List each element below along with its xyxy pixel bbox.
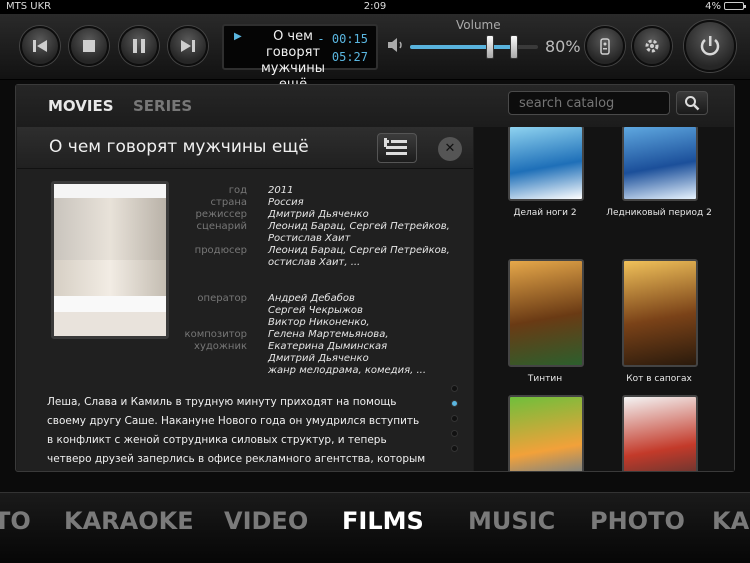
page-dot-active[interactable]: [451, 400, 458, 407]
gear-icon: [645, 39, 659, 53]
add-to-playlist-button[interactable]: [377, 133, 417, 163]
label-operator: оператор: [197, 293, 247, 304]
remote-icon: [600, 38, 610, 55]
category-photo[interactable]: PHOTO: [590, 507, 685, 535]
catalog-cover[interactable]: [622, 127, 698, 201]
volume-percent: 80%: [545, 37, 581, 56]
page-indicator: [451, 385, 458, 460]
tab-movies[interactable]: MOVIES: [48, 97, 114, 115]
search-button[interactable]: [676, 91, 708, 115]
power-button[interactable]: [684, 20, 736, 72]
value-artist-2: Гелена Мартемьянова,: [268, 329, 389, 340]
power-icon: [700, 36, 720, 56]
category-to[interactable]: TO: [0, 507, 31, 535]
category-karaoke[interactable]: KARAOKE: [64, 507, 194, 535]
close-button[interactable]: ✕: [438, 137, 462, 161]
value-composer: Сергей Чекрыжов: [268, 305, 363, 316]
value-country: Россия: [268, 197, 304, 208]
elapsed-time: - 00:15: [317, 32, 368, 46]
category-bar: TO KARAOKE VIDEO FILMS MUSIC PHOTO KA: [0, 492, 750, 563]
film-header: О чем говорят мужчины ещё ✕: [17, 127, 473, 169]
pause-icon: [133, 39, 145, 53]
film-detail: О чем говорят мужчины ещё ✕ год страна р…: [17, 127, 473, 471]
catalog-caption: Ледниковый период 2: [606, 208, 712, 218]
catalog-cover[interactable]: [622, 259, 698, 367]
value-director: Дмитрий Дьяченко: [268, 209, 369, 220]
previous-button[interactable]: [20, 26, 60, 66]
value-artist: Виктор Никоненко,: [268, 317, 370, 328]
film-info-values: 2011 Россия Дмитрий Дьяченко Леонид Бара…: [268, 185, 450, 377]
value-artist-3: Екатерина Дыминская: [268, 341, 388, 352]
battery-icon: [724, 2, 746, 10]
value-artist-4: Дмитрий Дьяченко: [268, 353, 369, 364]
volume-slider[interactable]: [410, 35, 538, 59]
label-director: режиссер: [195, 209, 247, 220]
battery-indicator: 4%: [705, 1, 746, 12]
value-year: 2011: [268, 185, 294, 196]
stop-icon: [83, 40, 95, 52]
battery-percent: 4%: [705, 1, 721, 12]
total-time: 05:27: [331, 50, 368, 64]
value-writer-2: Ростислав Хаит: [268, 233, 351, 244]
label-year: год: [228, 185, 247, 196]
clock: 2:09: [363, 1, 387, 12]
value-writer: Леонид Барац, Сергей Петрейков,: [268, 221, 450, 232]
label-artist: художник: [194, 341, 247, 352]
category-video[interactable]: VIDEO: [224, 507, 308, 535]
skip-forward-icon: [181, 40, 195, 52]
player-bar: ▶ О чем говорят мужчины ещё - 00:15 05:2…: [0, 14, 750, 92]
tab-bar: MOVIES SERIES: [16, 85, 734, 127]
tab-series[interactable]: SERIES: [133, 97, 192, 115]
play-indicator-icon: ▶: [234, 31, 242, 42]
remote-button[interactable]: [585, 26, 625, 66]
status-bar: MTS UKR 2:09 4%: [0, 0, 750, 14]
catalog-caption: Делай ноги 2: [513, 208, 577, 218]
category-music[interactable]: MUSIC: [468, 507, 555, 535]
now-playing-display: ▶ О чем говорят мужчины ещё - 00:15 05:2…: [222, 24, 378, 92]
film-description: Леша, Слава и Камиль в трудную минуту пр…: [47, 396, 426, 465]
next-button[interactable]: [168, 26, 208, 66]
value-producer: Леонид Барац, Сергей Петрейков,: [268, 245, 450, 256]
catalog-panel: MOVIES SERIES О чем говорят мужчины ещё …: [15, 84, 735, 472]
add-list-icon: [384, 138, 407, 155]
value-producer-2: остислав Хаит, ...: [268, 257, 361, 268]
catalog-cover[interactable]: [508, 127, 584, 201]
category-ka[interactable]: KA: [712, 507, 749, 535]
page-dot[interactable]: [451, 445, 458, 452]
value-operator: Андрей Дебабов: [268, 293, 355, 304]
volume-fill: [410, 45, 513, 49]
catalog-cover[interactable]: [508, 259, 584, 367]
page-dot[interactable]: [451, 385, 458, 392]
volume-handle-right[interactable]: [510, 35, 518, 59]
label-composer: композитор: [184, 329, 247, 340]
stop-button[interactable]: [69, 26, 109, 66]
pause-button[interactable]: [119, 26, 159, 66]
label-producer: продюсер: [194, 245, 247, 256]
label-country: страна: [210, 197, 247, 208]
page-dot[interactable]: [451, 430, 458, 437]
catalog-cover[interactable]: [508, 395, 584, 471]
page-dot[interactable]: [451, 415, 458, 422]
label-writer: сценарий: [196, 221, 247, 232]
catalog-caption: Тинтин: [527, 374, 563, 384]
settings-button[interactable]: [632, 26, 672, 66]
search-input[interactable]: [508, 91, 670, 115]
category-films[interactable]: FILMS: [342, 507, 424, 535]
skip-back-icon: [33, 40, 47, 52]
catalog-grid: Делай ноги 2 Ледниковый период 2 Тинтин Кот…: [474, 127, 734, 471]
search-icon: [685, 96, 700, 111]
close-icon: ✕: [444, 141, 456, 156]
value-genre: жанр мелодрама, комедия, ...: [268, 365, 427, 376]
film-info-labels: год страна режиссер сценарий продюсер оп…: [177, 185, 247, 353]
volume-label: Volume: [456, 18, 501, 32]
volume-handle-left[interactable]: [486, 35, 494, 59]
film-poster: [51, 181, 169, 339]
catalog-caption: Кот в сапогах: [626, 374, 692, 384]
film-title: О чем говорят мужчины ещё: [49, 137, 309, 157]
catalog-cover[interactable]: [622, 395, 698, 471]
speaker-icon: [388, 38, 406, 56]
